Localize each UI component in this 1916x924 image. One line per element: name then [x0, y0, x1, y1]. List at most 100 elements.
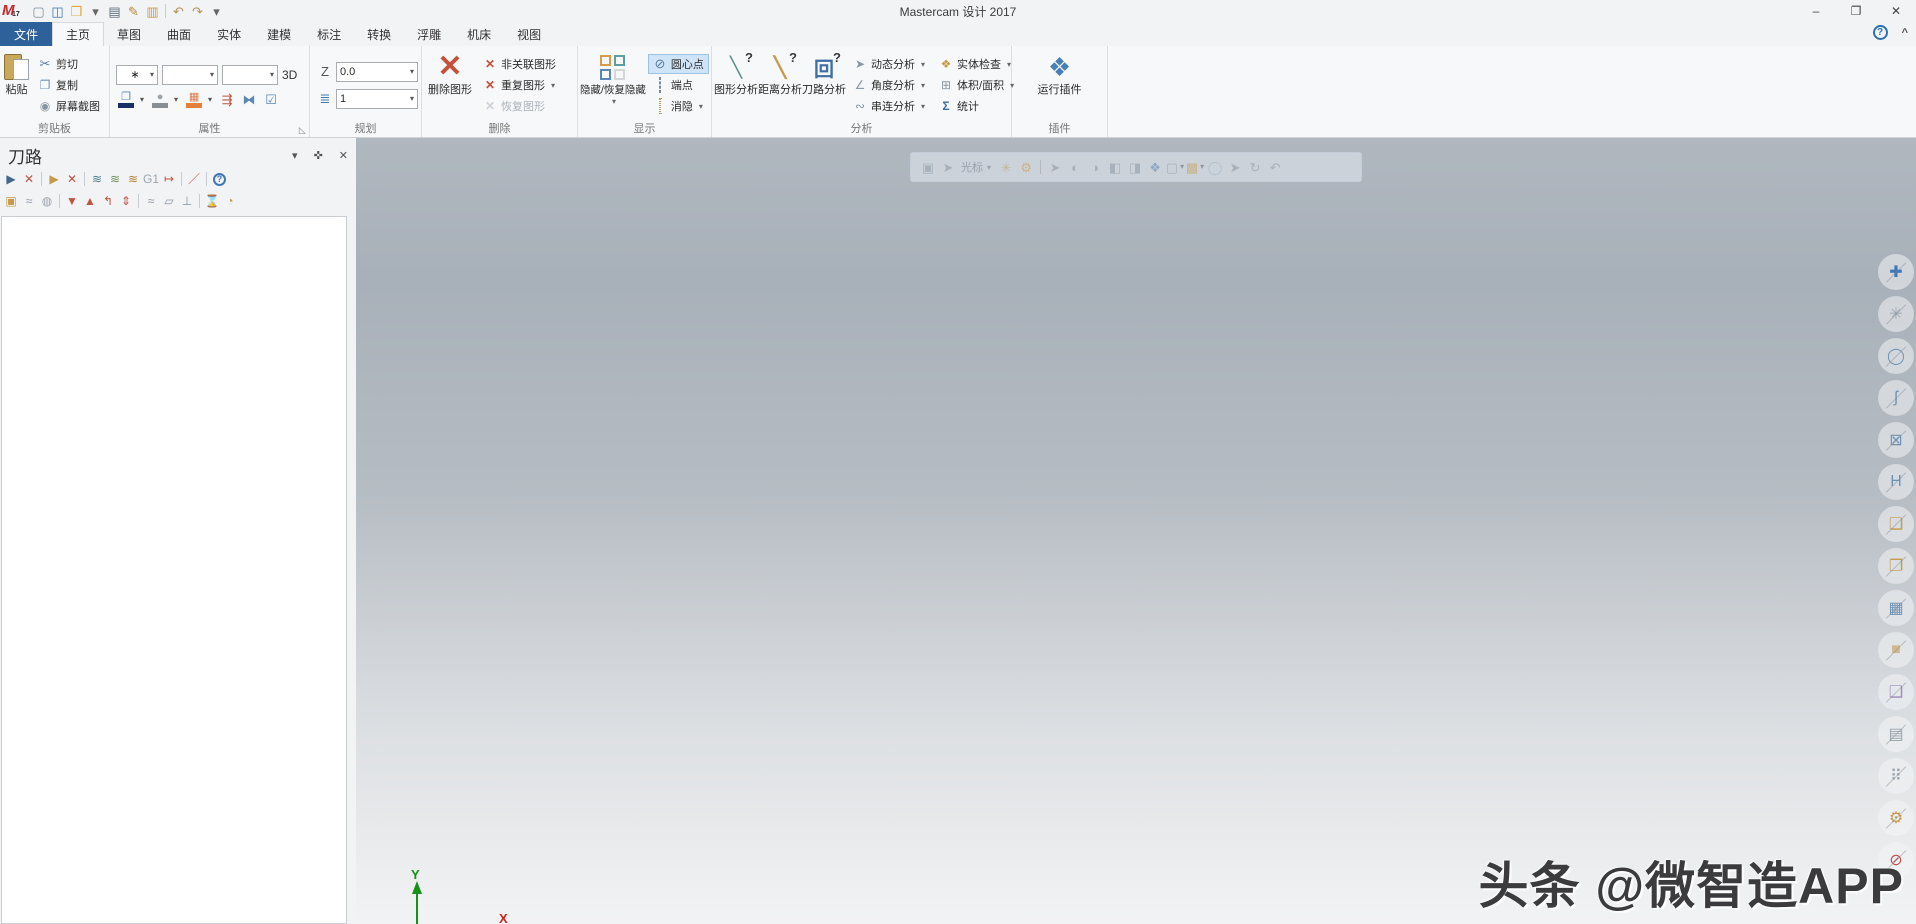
- run-addin-button[interactable]: ❖ 运行插件: [1032, 48, 1088, 122]
- select-face-icon[interactable]: ◧: [1106, 158, 1124, 176]
- properties-grid-icon[interactable]: ⠿: [1878, 758, 1914, 794]
- help-icon[interactable]: ?: [213, 173, 226, 186]
- solid-cube-icon[interactable]: ■: [1878, 632, 1914, 668]
- paste-button[interactable]: 粘贴: [2, 48, 31, 122]
- line-width-select[interactable]: ▾: [222, 65, 278, 85]
- display-options-icon[interactable]: ◔: [221, 192, 239, 210]
- attributes-dialog-launcher-icon[interactable]: ◿: [297, 127, 308, 134]
- analyze-dynamic-button[interactable]: ➤ 动态分析 ▾: [848, 54, 930, 74]
- delete-duplicates-button[interactable]: ✕ 重复图形 ▾: [478, 75, 561, 95]
- post-select-icon[interactable]: ⊥: [178, 192, 196, 210]
- move-up-icon[interactable]: ▲: [81, 192, 99, 210]
- tab-surfaces[interactable]: 曲面: [154, 22, 204, 46]
- tab-art[interactable]: 浮雕: [404, 22, 454, 46]
- insert-arrow-icon[interactable]: ↰: [99, 192, 117, 210]
- toolpaths-tree-area[interactable]: [1, 216, 347, 924]
- regenerate-dirty-icon[interactable]: ≋: [124, 170, 142, 188]
- g1-backplot-icon[interactable]: G1: [142, 170, 160, 188]
- select-last-icon[interactable]: ◐: [1066, 158, 1084, 176]
- delete-entities-button[interactable]: ✕ 删除图形: [424, 48, 476, 122]
- copy-button[interactable]: ❐ 复制: [33, 75, 105, 95]
- solid-color-button[interactable]: ●: [150, 92, 170, 108]
- select-solids-cube-icon[interactable]: ❖: [1146, 158, 1164, 176]
- qat-customize-icon[interactable]: ▾: [207, 2, 226, 20]
- open-caret-icon[interactable]: ▾: [86, 2, 105, 20]
- tab-wireframe[interactable]: 草图: [104, 22, 154, 46]
- new-file-icon[interactable]: ▢: [29, 2, 48, 20]
- line-style-select[interactable]: ▾: [162, 65, 218, 85]
- window-select-icon[interactable]: ▢▾: [1166, 158, 1184, 176]
- edit-file-icon[interactable]: ✎: [124, 2, 143, 20]
- undo-select-icon[interactable]: ↶: [1266, 158, 1284, 176]
- range-select-icon[interactable]: ◯: [1206, 158, 1224, 176]
- levels-icon[interactable]: ≣: [318, 91, 332, 107]
- rectangle-icon[interactable]: ⊠: [1878, 422, 1914, 458]
- analyze-toolpath-button[interactable]: 回 ? 刀路分析: [802, 48, 846, 122]
- z-depth-select[interactable]: 0.0 ▾: [336, 62, 418, 82]
- tab-drafting[interactable]: 标注: [304, 22, 354, 46]
- single-select-icon[interactable]: ➤: [1046, 158, 1064, 176]
- blank-button[interactable]: 消隐 ▾: [648, 96, 709, 116]
- redo-icon[interactable]: ↷: [188, 2, 207, 20]
- analyze-entity-button[interactable]: ╲ ? 图形分析: [714, 48, 758, 122]
- label-icon[interactable]: ❐: [1878, 548, 1914, 584]
- toolpath-display-icon[interactable]: ≈: [20, 192, 38, 210]
- level-select[interactable]: 1 ▾: [336, 89, 418, 109]
- wireframe-cube-icon[interactable]: ▦: [1878, 590, 1914, 626]
- dimension-icon[interactable]: H: [1878, 464, 1914, 500]
- deselect-all-operations-icon[interactable]: ✕: [20, 170, 38, 188]
- ghost-operations-icon[interactable]: ◍: [38, 192, 56, 210]
- solid-check-button[interactable]: ❖ 实体检查 ▾: [934, 54, 1019, 74]
- deselect-toolpath-icon[interactable]: ✕: [63, 170, 81, 188]
- mode-3d-button[interactable]: 3D: [282, 68, 297, 82]
- analyze-distance-button[interactable]: ╲ ? 距离分析: [758, 48, 802, 122]
- lock-icon[interactable]: ▣: [2, 192, 20, 210]
- undo-icon[interactable]: ↶: [169, 2, 188, 20]
- select-toolpath-icon[interactable]: ▶: [45, 170, 63, 188]
- collapse-ribbon-icon[interactable]: ^: [1902, 27, 1908, 39]
- select-body-icon[interactable]: ◨: [1126, 158, 1144, 176]
- scroll-insert-icon[interactable]: ⇕: [117, 192, 135, 210]
- analyze-angle-button[interactable]: ∠ 角度分析 ▾: [848, 75, 930, 95]
- autocursor-icon[interactable]: ✳: [997, 158, 1015, 176]
- spline-icon[interactable]: ʃ: [1878, 380, 1914, 416]
- tab-model-prep[interactable]: 建模: [254, 22, 304, 46]
- cursor-mode-label[interactable]: 光标: [961, 159, 983, 175]
- only-display-geometry-icon[interactable]: ▱: [160, 192, 178, 210]
- entity-color-button[interactable]: ❐: [116, 92, 136, 108]
- select-plane-icon[interactable]: ◑: [1086, 158, 1104, 176]
- regenerate-selected-icon[interactable]: ≋: [106, 170, 124, 188]
- circle-icon[interactable]: ◯: [1878, 338, 1914, 374]
- minimize-button[interactable]: –: [1796, 0, 1836, 22]
- create-point-icon[interactable]: ✚: [1878, 254, 1914, 290]
- sketch-entities-icon[interactable]: ✳: [1878, 296, 1914, 332]
- tab-machine[interactable]: 机床: [454, 22, 504, 46]
- print-icon[interactable]: ▤: [105, 2, 124, 20]
- hide-unhide-button[interactable]: 隐藏/恢复隐藏 ▾: [580, 48, 646, 122]
- help-icon[interactable]: ?: [1873, 25, 1888, 40]
- toolpath-export-icon[interactable]: ↦: [160, 170, 178, 188]
- graphics-viewport[interactable]: ▣➤ 光标 ▾ ✳⚙➤◐◑◧◨❖▢▾▩▾◯➤↻↶ ✚✳◯ʃ⊠H❏❐▦■❑▤⠿⚙⊘…: [356, 138, 1916, 924]
- regenerate-all-icon[interactable]: ≋: [88, 170, 106, 188]
- attributes-manager-icon[interactable]: ☑: [262, 92, 280, 108]
- mastercam-logo[interactable]: M 17: [2, 2, 26, 20]
- note-icon[interactable]: ❏: [1878, 506, 1914, 542]
- selection-settings-gear-icon[interactable]: ⚙: [1017, 158, 1035, 176]
- tab-view[interactable]: 视图: [504, 22, 554, 46]
- layers-icon[interactable]: ❑: [1878, 674, 1914, 710]
- save-icon[interactable]: ◫: [48, 2, 67, 20]
- rotate-select-icon[interactable]: ↻: [1246, 158, 1264, 176]
- restore-button[interactable]: ❐: [1836, 0, 1876, 22]
- tab-file[interactable]: 文件: [0, 22, 52, 46]
- checklist-panel-icon[interactable]: ▤: [1878, 716, 1914, 752]
- point-style-select[interactable]: ∗ ▾: [116, 65, 158, 85]
- set-attributes-icon[interactable]: ⇶: [218, 92, 236, 108]
- screenshot-button[interactable]: ◉ 屏幕截图: [33, 96, 105, 116]
- zip2go-icon[interactable]: ▥: [143, 2, 162, 20]
- surface-color-button[interactable]: ▦: [184, 92, 204, 108]
- edit-toolpath-icon[interactable]: ／: [185, 170, 203, 188]
- select-all-operations-icon[interactable]: ▶: [2, 170, 20, 188]
- analyze-chain-button[interactable]: ∾ 串连分析 ▾: [848, 96, 930, 116]
- statistics-button[interactable]: Σ 统计: [934, 96, 1019, 116]
- open-folder-icon[interactable]: ❒: [67, 2, 86, 20]
